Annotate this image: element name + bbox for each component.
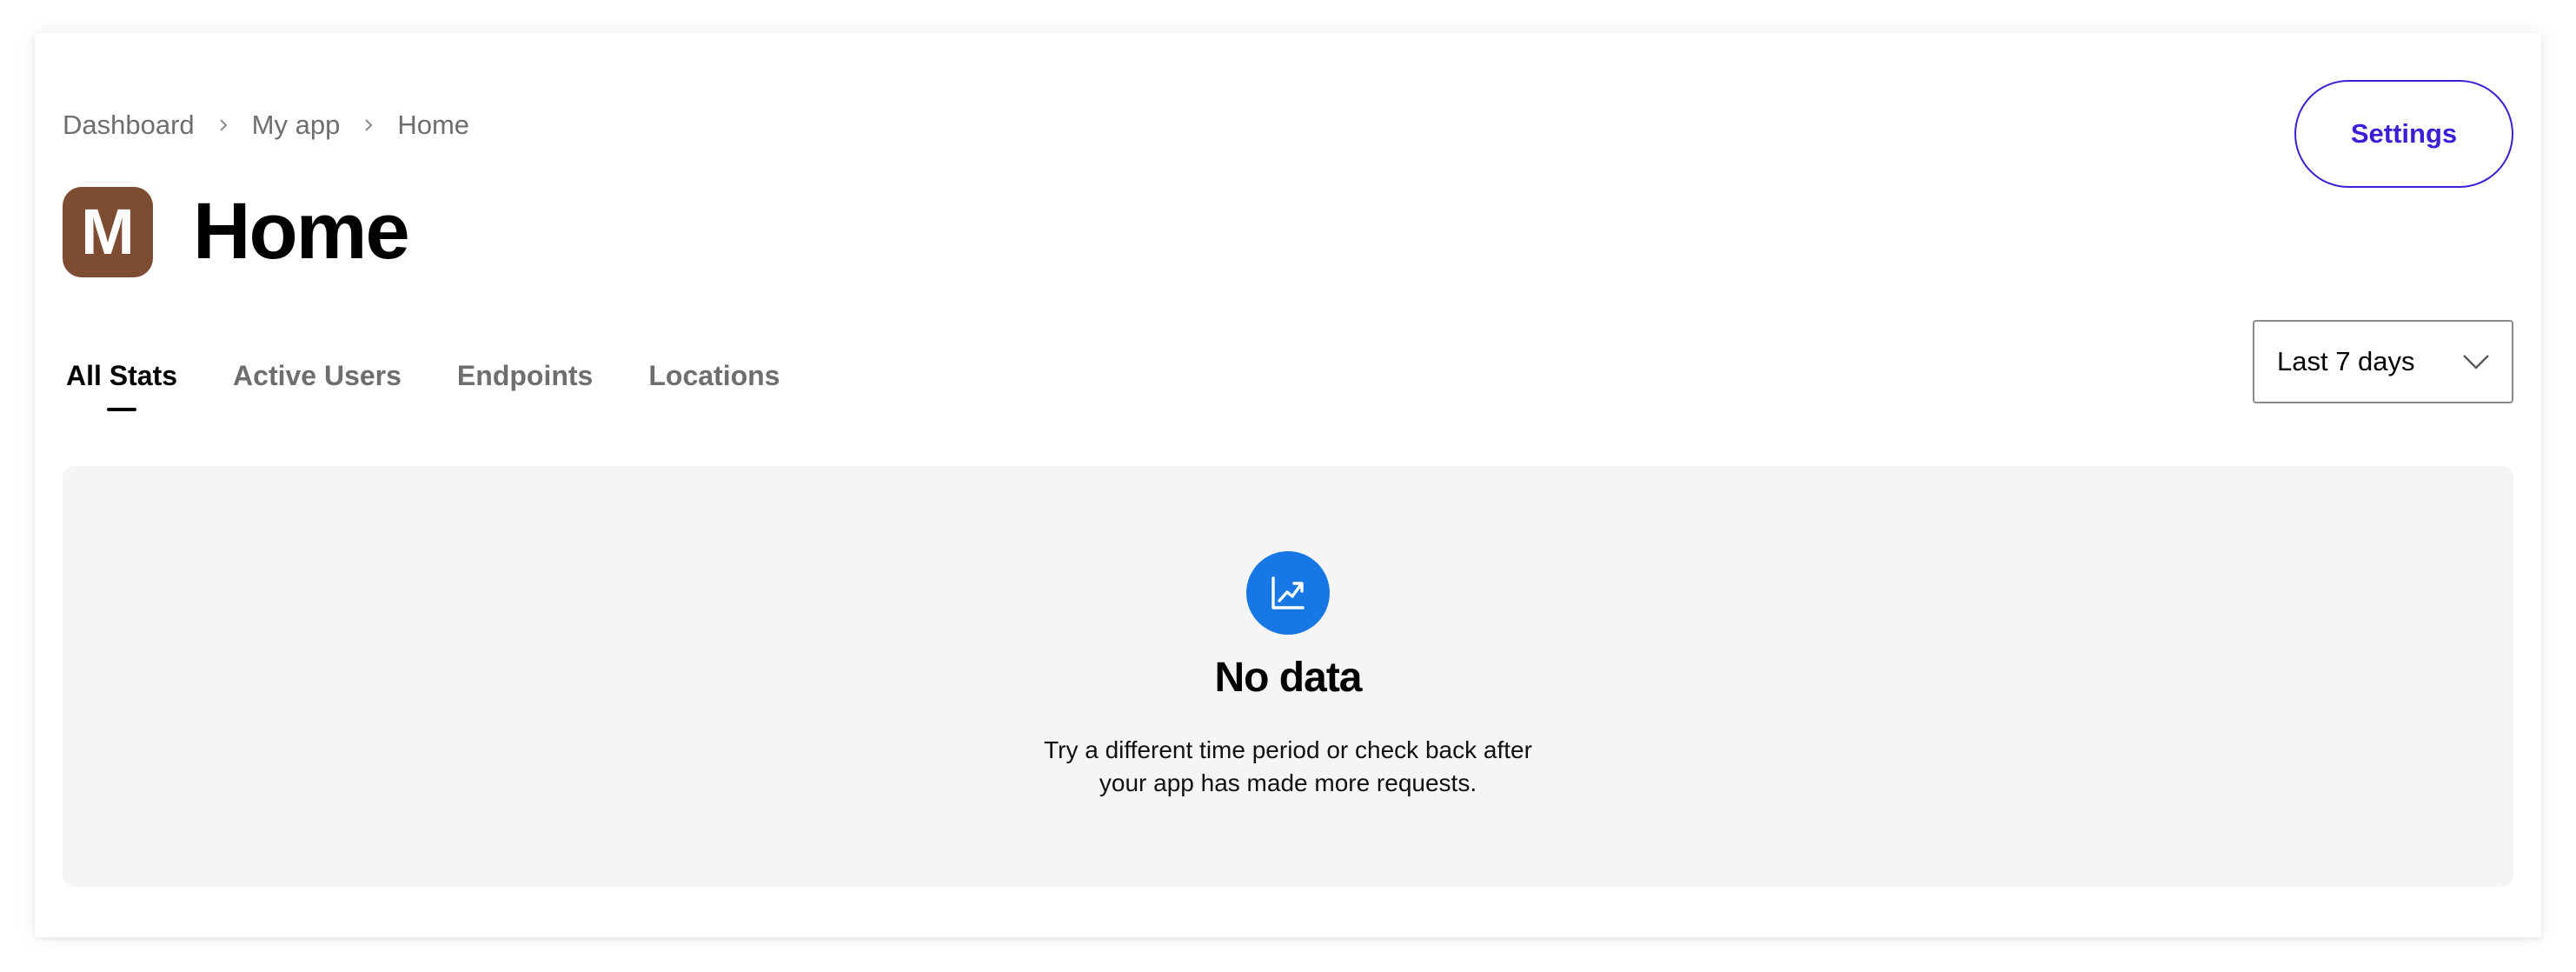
time-range-select[interactable]: Last 7 days <box>2253 320 2513 403</box>
breadcrumb-my-app[interactable]: My app <box>252 110 341 141</box>
tab-endpoints[interactable]: Endpoints <box>457 360 593 411</box>
stats-card: Dashboard My app Home M Home Settings Al… <box>35 33 2541 937</box>
app-avatar: M <box>63 186 153 277</box>
chevron-right-icon <box>195 110 252 140</box>
time-range-value: Last 7 days <box>2277 346 2415 376</box>
app-avatar-letter: M <box>81 196 135 268</box>
empty-state-message: Try a different time period or check bac… <box>984 734 1592 800</box>
empty-state-panel: No data Try a different time period or c… <box>63 466 2513 887</box>
settings-button[interactable]: Settings <box>2294 80 2513 188</box>
breadcrumb-home: Home <box>397 110 470 140</box>
tab-locations[interactable]: Locations <box>648 360 780 411</box>
breadcrumb: Dashboard My app Home <box>63 110 469 141</box>
chevron-right-icon <box>340 110 397 140</box>
page-title: Home <box>193 187 410 276</box>
breadcrumb-dashboard[interactable]: Dashboard <box>63 110 195 141</box>
tab-all-stats[interactable]: All Stats <box>66 360 177 411</box>
page-header: M Home <box>63 186 410 277</box>
empty-state-line-2: your app has made more requests. <box>1099 769 1477 796</box>
trending-up-chart-icon <box>1246 551 1330 635</box>
stats-tabs: All Stats Active Users Endpoints Locatio… <box>66 360 835 411</box>
empty-state-line-1: Try a different time period or check bac… <box>1044 736 1532 763</box>
chevron-down-icon <box>2463 355 2489 369</box>
tab-active-users[interactable]: Active Users <box>233 360 402 411</box>
empty-state-title: No data <box>1214 655 1362 701</box>
